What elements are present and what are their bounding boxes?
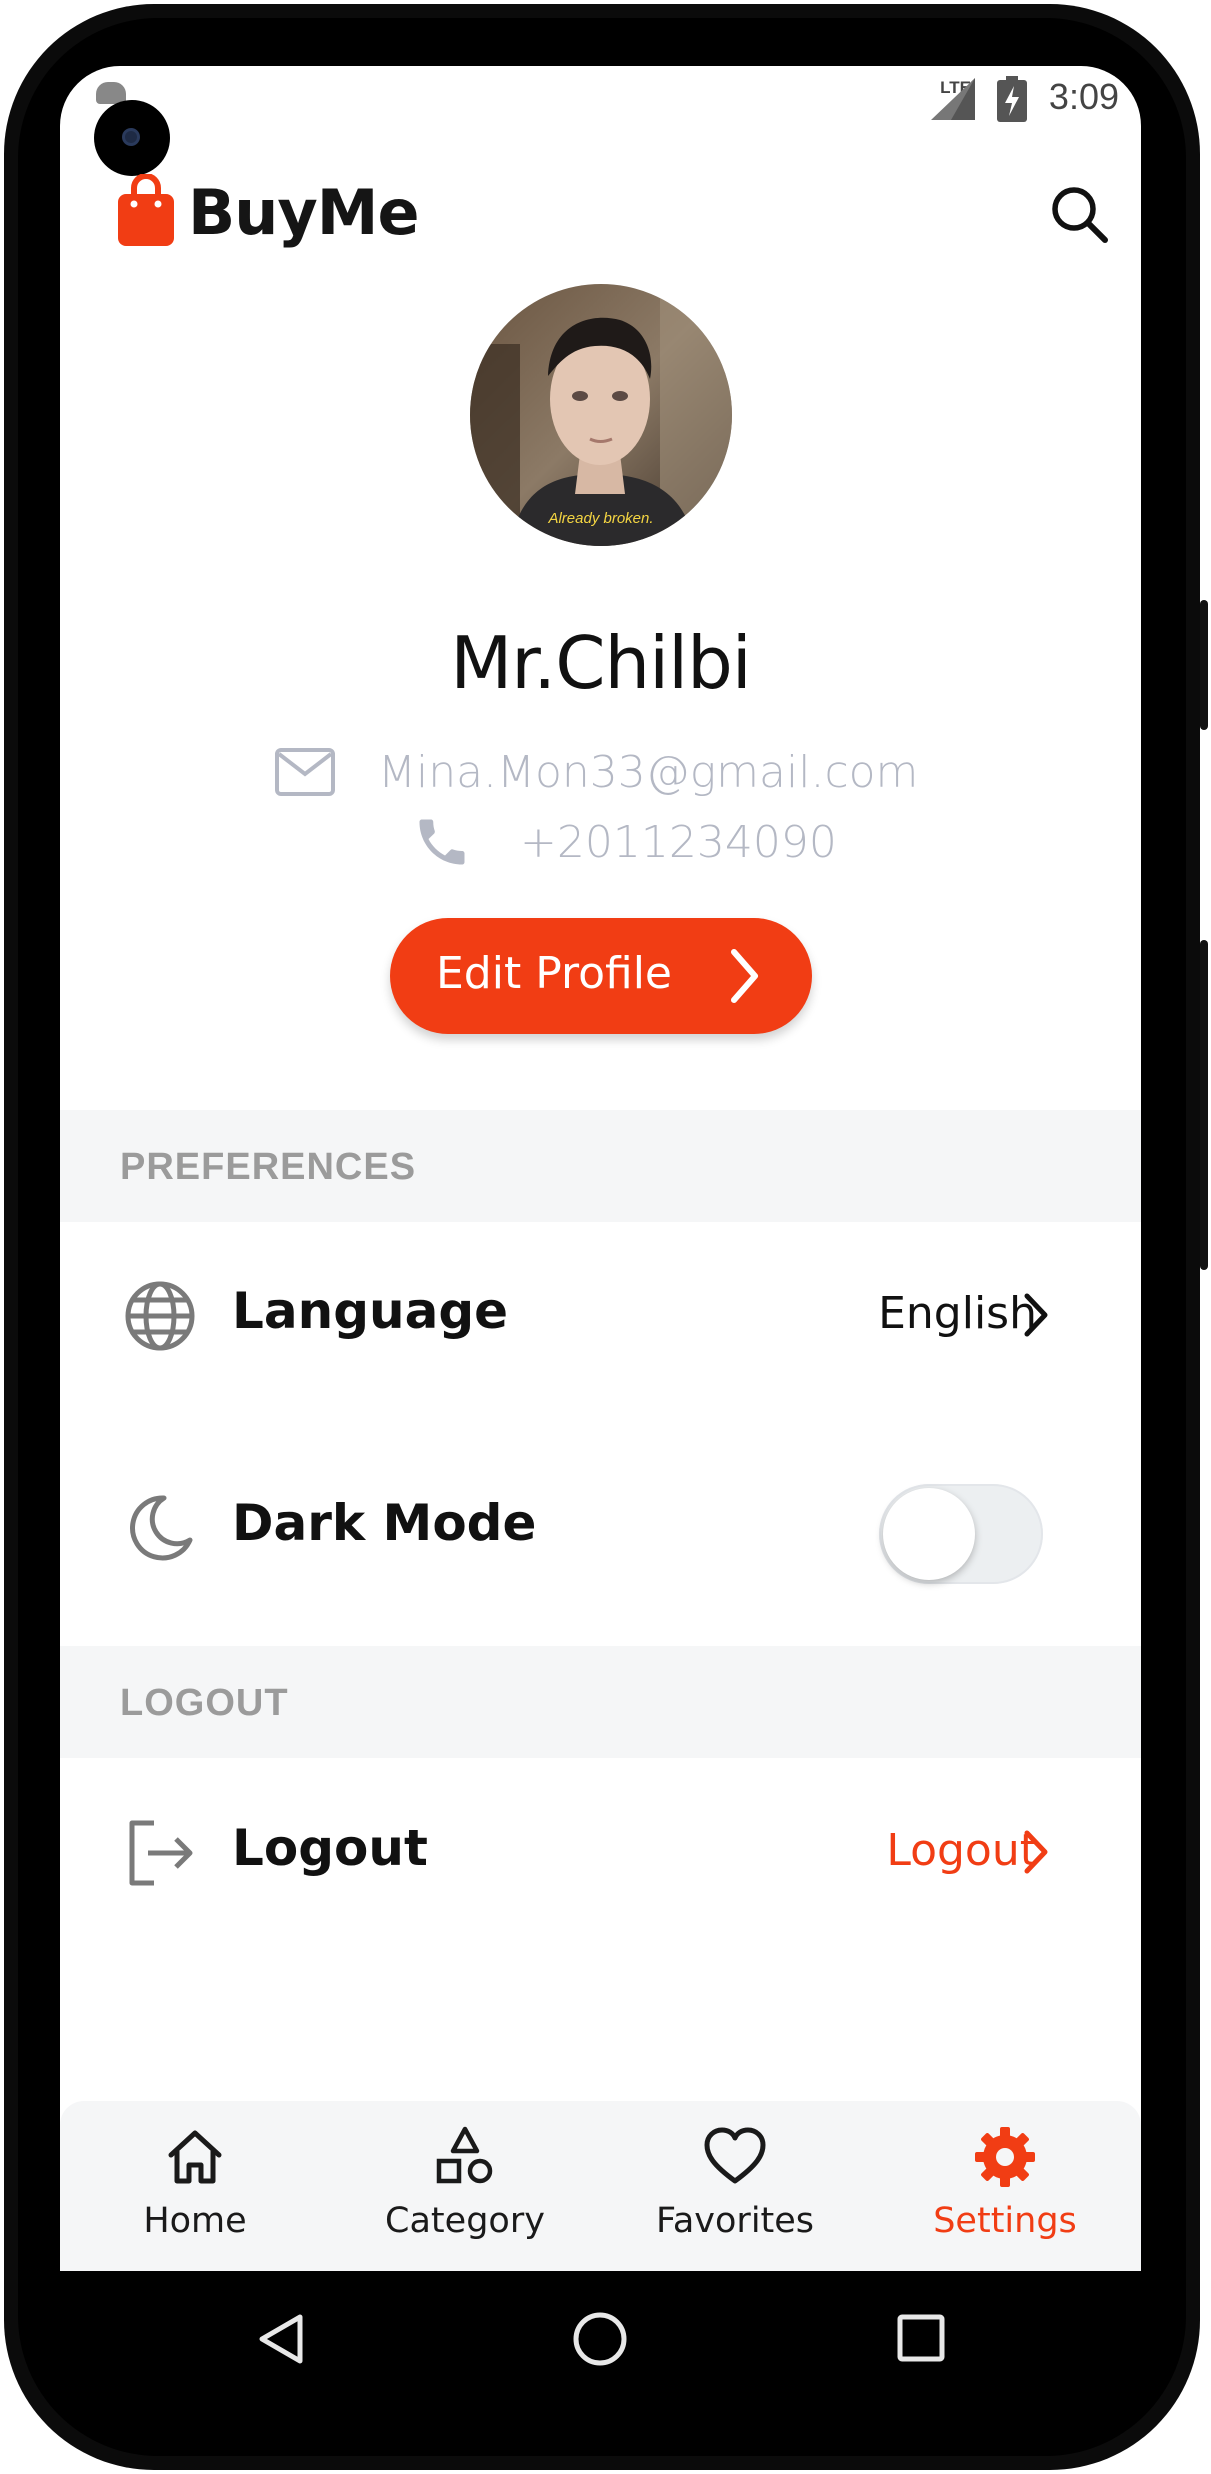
logout-action-label[interactable]: Logout bbox=[886, 1825, 1037, 1876]
app-screen: LTE 3:09 BuyMe Already broken. Mr.Chilbi… bbox=[60, 66, 1141, 2271]
home-icon bbox=[168, 2130, 222, 2184]
chevron-right-icon bbox=[1024, 1830, 1048, 1874]
preferences-section-label: PREFERENCES bbox=[120, 1146, 417, 1188]
nav-item-home[interactable]: Home bbox=[60, 2101, 330, 2271]
volume-button bbox=[1200, 600, 1208, 730]
bottom-navigation: Home Category Favorites Settings bbox=[60, 2101, 1141, 2271]
gear-icon bbox=[975, 2127, 1035, 2187]
globe-icon bbox=[125, 1281, 195, 1351]
logout-section-header: LOGOUT bbox=[60, 1646, 1141, 1758]
home-circle-icon[interactable] bbox=[572, 2311, 628, 2367]
phone-device: LTE 3:09 BuyMe Already broken. Mr.Chilbi… bbox=[0, 0, 1211, 2474]
chevron-right-icon bbox=[731, 949, 758, 1003]
search-icon[interactable] bbox=[1047, 182, 1111, 246]
logout-row[interactable]: Logout Logout bbox=[60, 1781, 1141, 1921]
moon-icon bbox=[130, 1495, 193, 1561]
app-header: BuyMe bbox=[60, 158, 1141, 288]
profile-name: Mr.Chilbi bbox=[450, 621, 752, 705]
nav-label-favorites: Favorites bbox=[655, 2201, 815, 2241]
logout-title: Logout bbox=[232, 1819, 428, 1877]
email-text: Mina.Mon33@gmail.com bbox=[378, 746, 919, 798]
dark-mode-setting-row: Dark Mode bbox=[60, 1456, 1141, 1596]
mail-icon bbox=[275, 748, 335, 796]
recents-icon[interactable] bbox=[896, 2313, 946, 2363]
category-icon bbox=[436, 2126, 493, 2184]
phone-text: +2011234090 bbox=[520, 816, 837, 868]
heart-icon bbox=[704, 2127, 766, 2184]
avatar-caption: Already broken. bbox=[548, 510, 654, 527]
dark-mode-toggle[interactable] bbox=[879, 1484, 1043, 1584]
signal-icon bbox=[931, 78, 975, 120]
phone-icon bbox=[419, 819, 465, 865]
language-setting-row[interactable]: Language English bbox=[60, 1244, 1141, 1384]
nav-item-favorites[interactable]: Favorites bbox=[600, 2101, 870, 2271]
language-title: Language bbox=[232, 1282, 509, 1340]
clock: 3:09 bbox=[1048, 76, 1119, 117]
dark-mode-title: Dark Mode bbox=[232, 1494, 537, 1552]
toggle-knob bbox=[883, 1488, 975, 1580]
profile-photo bbox=[470, 284, 732, 546]
status-bar: LTE 3:09 bbox=[60, 66, 1141, 176]
shopping-bag-logo-icon bbox=[118, 174, 174, 246]
nav-item-settings[interactable]: Settings bbox=[870, 2101, 1140, 2271]
nav-label-category: Category bbox=[385, 2201, 545, 2241]
brand-name: BuyMe bbox=[188, 176, 420, 249]
system-navigation-bar bbox=[60, 2271, 1141, 2401]
edit-profile-label: Edit Profile bbox=[436, 948, 673, 999]
language-value: English bbox=[878, 1288, 1037, 1339]
nav-label-settings: Settings bbox=[933, 2201, 1077, 2241]
preferences-section-header: PREFERENCES bbox=[60, 1110, 1141, 1222]
back-icon[interactable] bbox=[256, 2313, 304, 2365]
edit-profile-button[interactable]: Edit Profile bbox=[390, 918, 812, 1034]
nav-item-category[interactable]: Category bbox=[330, 2101, 600, 2271]
phone-row: +2011234090 bbox=[412, 812, 837, 872]
battery-icon bbox=[997, 76, 1027, 122]
nav-label-home: Home bbox=[143, 2201, 247, 2241]
avatar[interactable]: Already broken. bbox=[470, 284, 732, 546]
chevron-right-icon bbox=[1024, 1293, 1048, 1337]
power-button bbox=[1200, 940, 1208, 1270]
logout-icon bbox=[129, 1820, 193, 1886]
email-row: Mina.Mon33@gmail.com bbox=[274, 742, 918, 802]
logout-section-label: LOGOUT bbox=[120, 1682, 289, 1724]
